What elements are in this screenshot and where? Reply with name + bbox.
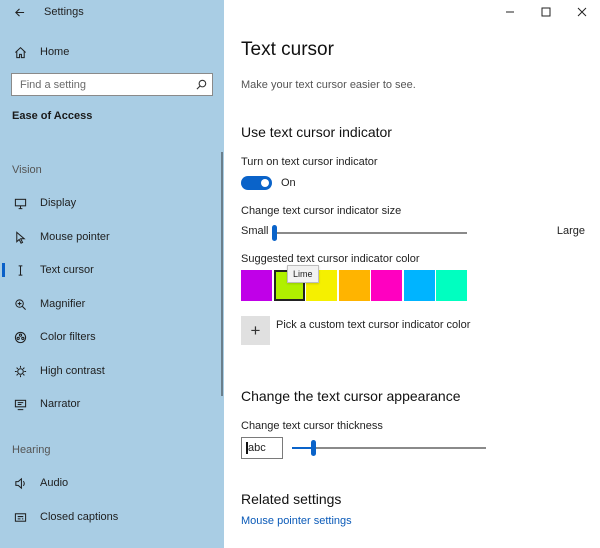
- sidebar-item-label: Audio: [40, 477, 69, 489]
- sidebar-item-label: Text cursor: [40, 264, 94, 276]
- sidebar-item-label: Mouse pointer: [40, 231, 110, 243]
- plus-icon[interactable]: +: [241, 316, 270, 345]
- narrator-icon: [0, 398, 40, 411]
- color-swatches: [241, 270, 469, 302]
- color-tooltip: Lime: [287, 265, 319, 283]
- toggle-state-label: On: [281, 177, 296, 189]
- text-cursor-icon: [0, 264, 40, 277]
- sidebar-item-magnifier[interactable]: Magnifier: [0, 291, 224, 317]
- sidebar-item-color-filters[interactable]: Color filters: [0, 324, 224, 350]
- custom-color-label: Pick a custom text cursor indicator colo…: [276, 319, 471, 331]
- monitor-icon: [0, 197, 40, 210]
- page-title: Text cursor: [241, 39, 334, 60]
- slider-min-label: Small: [241, 225, 269, 237]
- color-swatch[interactable]: [371, 270, 402, 301]
- mouse-pointer-settings-link[interactable]: Mouse pointer settings: [241, 515, 352, 527]
- thickness-label: Change text cursor thickness: [241, 420, 383, 432]
- close-icon[interactable]: [564, 0, 600, 24]
- speaker-icon: [0, 477, 40, 490]
- search-icon[interactable]: [190, 79, 212, 90]
- home-icon: [0, 46, 40, 59]
- slider-thumb[interactable]: [272, 225, 277, 241]
- color-swatch[interactable]: [241, 270, 272, 301]
- window-controls: [492, 0, 600, 24]
- sidebar-item-closed-captions[interactable]: Closed captions: [0, 504, 224, 530]
- main-panel: Text cursor Make your text cursor easier…: [224, 0, 600, 548]
- sidebar-section-title: Ease of Access: [12, 110, 93, 122]
- color-label: Suggested text cursor indicator color: [241, 253, 420, 265]
- thickness-slider-thumb[interactable]: [310, 440, 316, 456]
- sidebar-item-label: Color filters: [40, 331, 96, 343]
- preview-text: abc: [246, 442, 266, 454]
- color-swatch[interactable]: [338, 270, 370, 301]
- toggle-knob: [261, 179, 269, 187]
- section-heading-related: Related settings: [241, 491, 342, 507]
- sidebar-item-mouse-pointer[interactable]: Mouse pointer: [0, 224, 224, 250]
- thickness-row: abc: [241, 437, 586, 459]
- high-contrast-icon: [0, 365, 40, 378]
- sidebar-item-display[interactable]: Display: [0, 190, 224, 216]
- color-filters-icon: [0, 331, 40, 344]
- sidebar-group-vision: Vision: [12, 164, 42, 176]
- magnifier-icon: [0, 298, 40, 311]
- sidebar-item-home[interactable]: Home: [0, 40, 224, 64]
- text-cursor-indicator-toggle[interactable]: [241, 176, 272, 190]
- sidebar-item-high-contrast[interactable]: High contrast: [0, 358, 224, 384]
- sidebar-scrollbar[interactable]: [221, 152, 223, 396]
- sidebar-item-narrator[interactable]: Narrator: [0, 391, 224, 417]
- sidebar-item-audio[interactable]: Audio: [0, 470, 224, 496]
- custom-color-button[interactable]: + Pick a custom text cursor indicator co…: [241, 316, 470, 345]
- mouse-pointer-icon: [0, 230, 40, 244]
- slider-track[interactable]: [273, 232, 467, 234]
- sidebar-item-label: Home: [40, 46, 70, 58]
- cursor-thickness-preview: abc: [241, 437, 283, 459]
- slider-track[interactable]: [292, 447, 486, 449]
- search-box[interactable]: [11, 73, 213, 96]
- page-subtitle: Make your text cursor easier to see.: [241, 79, 416, 91]
- toggle-label: Turn on text cursor indicator: [241, 156, 378, 168]
- slider-max-label: Large: [556, 225, 585, 237]
- size-label: Change text cursor indicator size: [241, 205, 402, 217]
- sidebar-item-label: Closed captions: [40, 511, 119, 523]
- sidebar-item-label: Narrator: [40, 398, 81, 410]
- sidebar-item-label: Magnifier: [40, 298, 86, 310]
- indicator-size-slider[interactable]: Small Large: [241, 224, 586, 241]
- sidebar-group-hearing: Hearing: [12, 444, 51, 456]
- slider-fill: [292, 447, 311, 449]
- sidebar-item-label: High contrast: [40, 365, 105, 377]
- search-input[interactable]: [20, 78, 190, 91]
- maximize-icon[interactable]: [528, 0, 564, 24]
- app-title: Settings: [44, 6, 84, 18]
- sidebar: Settings Home Ease of Access Vision Disp…: [0, 0, 224, 548]
- minimize-icon[interactable]: [492, 0, 528, 24]
- sidebar-item-label: Display: [40, 197, 77, 209]
- back-arrow-icon[interactable]: [8, 2, 30, 22]
- color-swatch[interactable]: [403, 270, 435, 301]
- section-heading-indicator: Use text cursor indicator: [241, 124, 392, 140]
- color-swatch[interactable]: [436, 270, 467, 301]
- closed-captions-icon: [0, 511, 40, 524]
- section-heading-appearance: Change the text cursor appearance: [241, 388, 461, 404]
- sidebar-item-text-cursor[interactable]: Text cursor: [0, 257, 224, 283]
